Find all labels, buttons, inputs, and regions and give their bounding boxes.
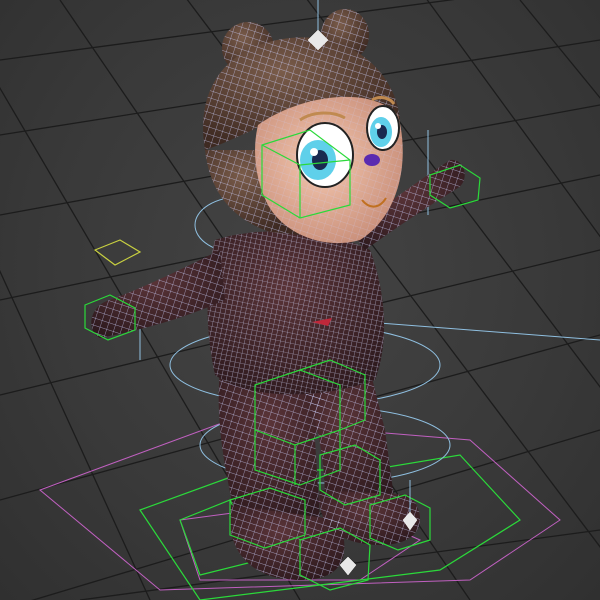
eye-right-icon: [366, 105, 400, 151]
eye-left-icon: [296, 122, 354, 188]
3d-viewport[interactable]: [0, 0, 600, 600]
character-legs: [218, 370, 420, 580]
nose-icon: [364, 154, 380, 166]
viewport-canvas[interactable]: [0, 0, 600, 600]
character-head: [203, 9, 403, 244]
